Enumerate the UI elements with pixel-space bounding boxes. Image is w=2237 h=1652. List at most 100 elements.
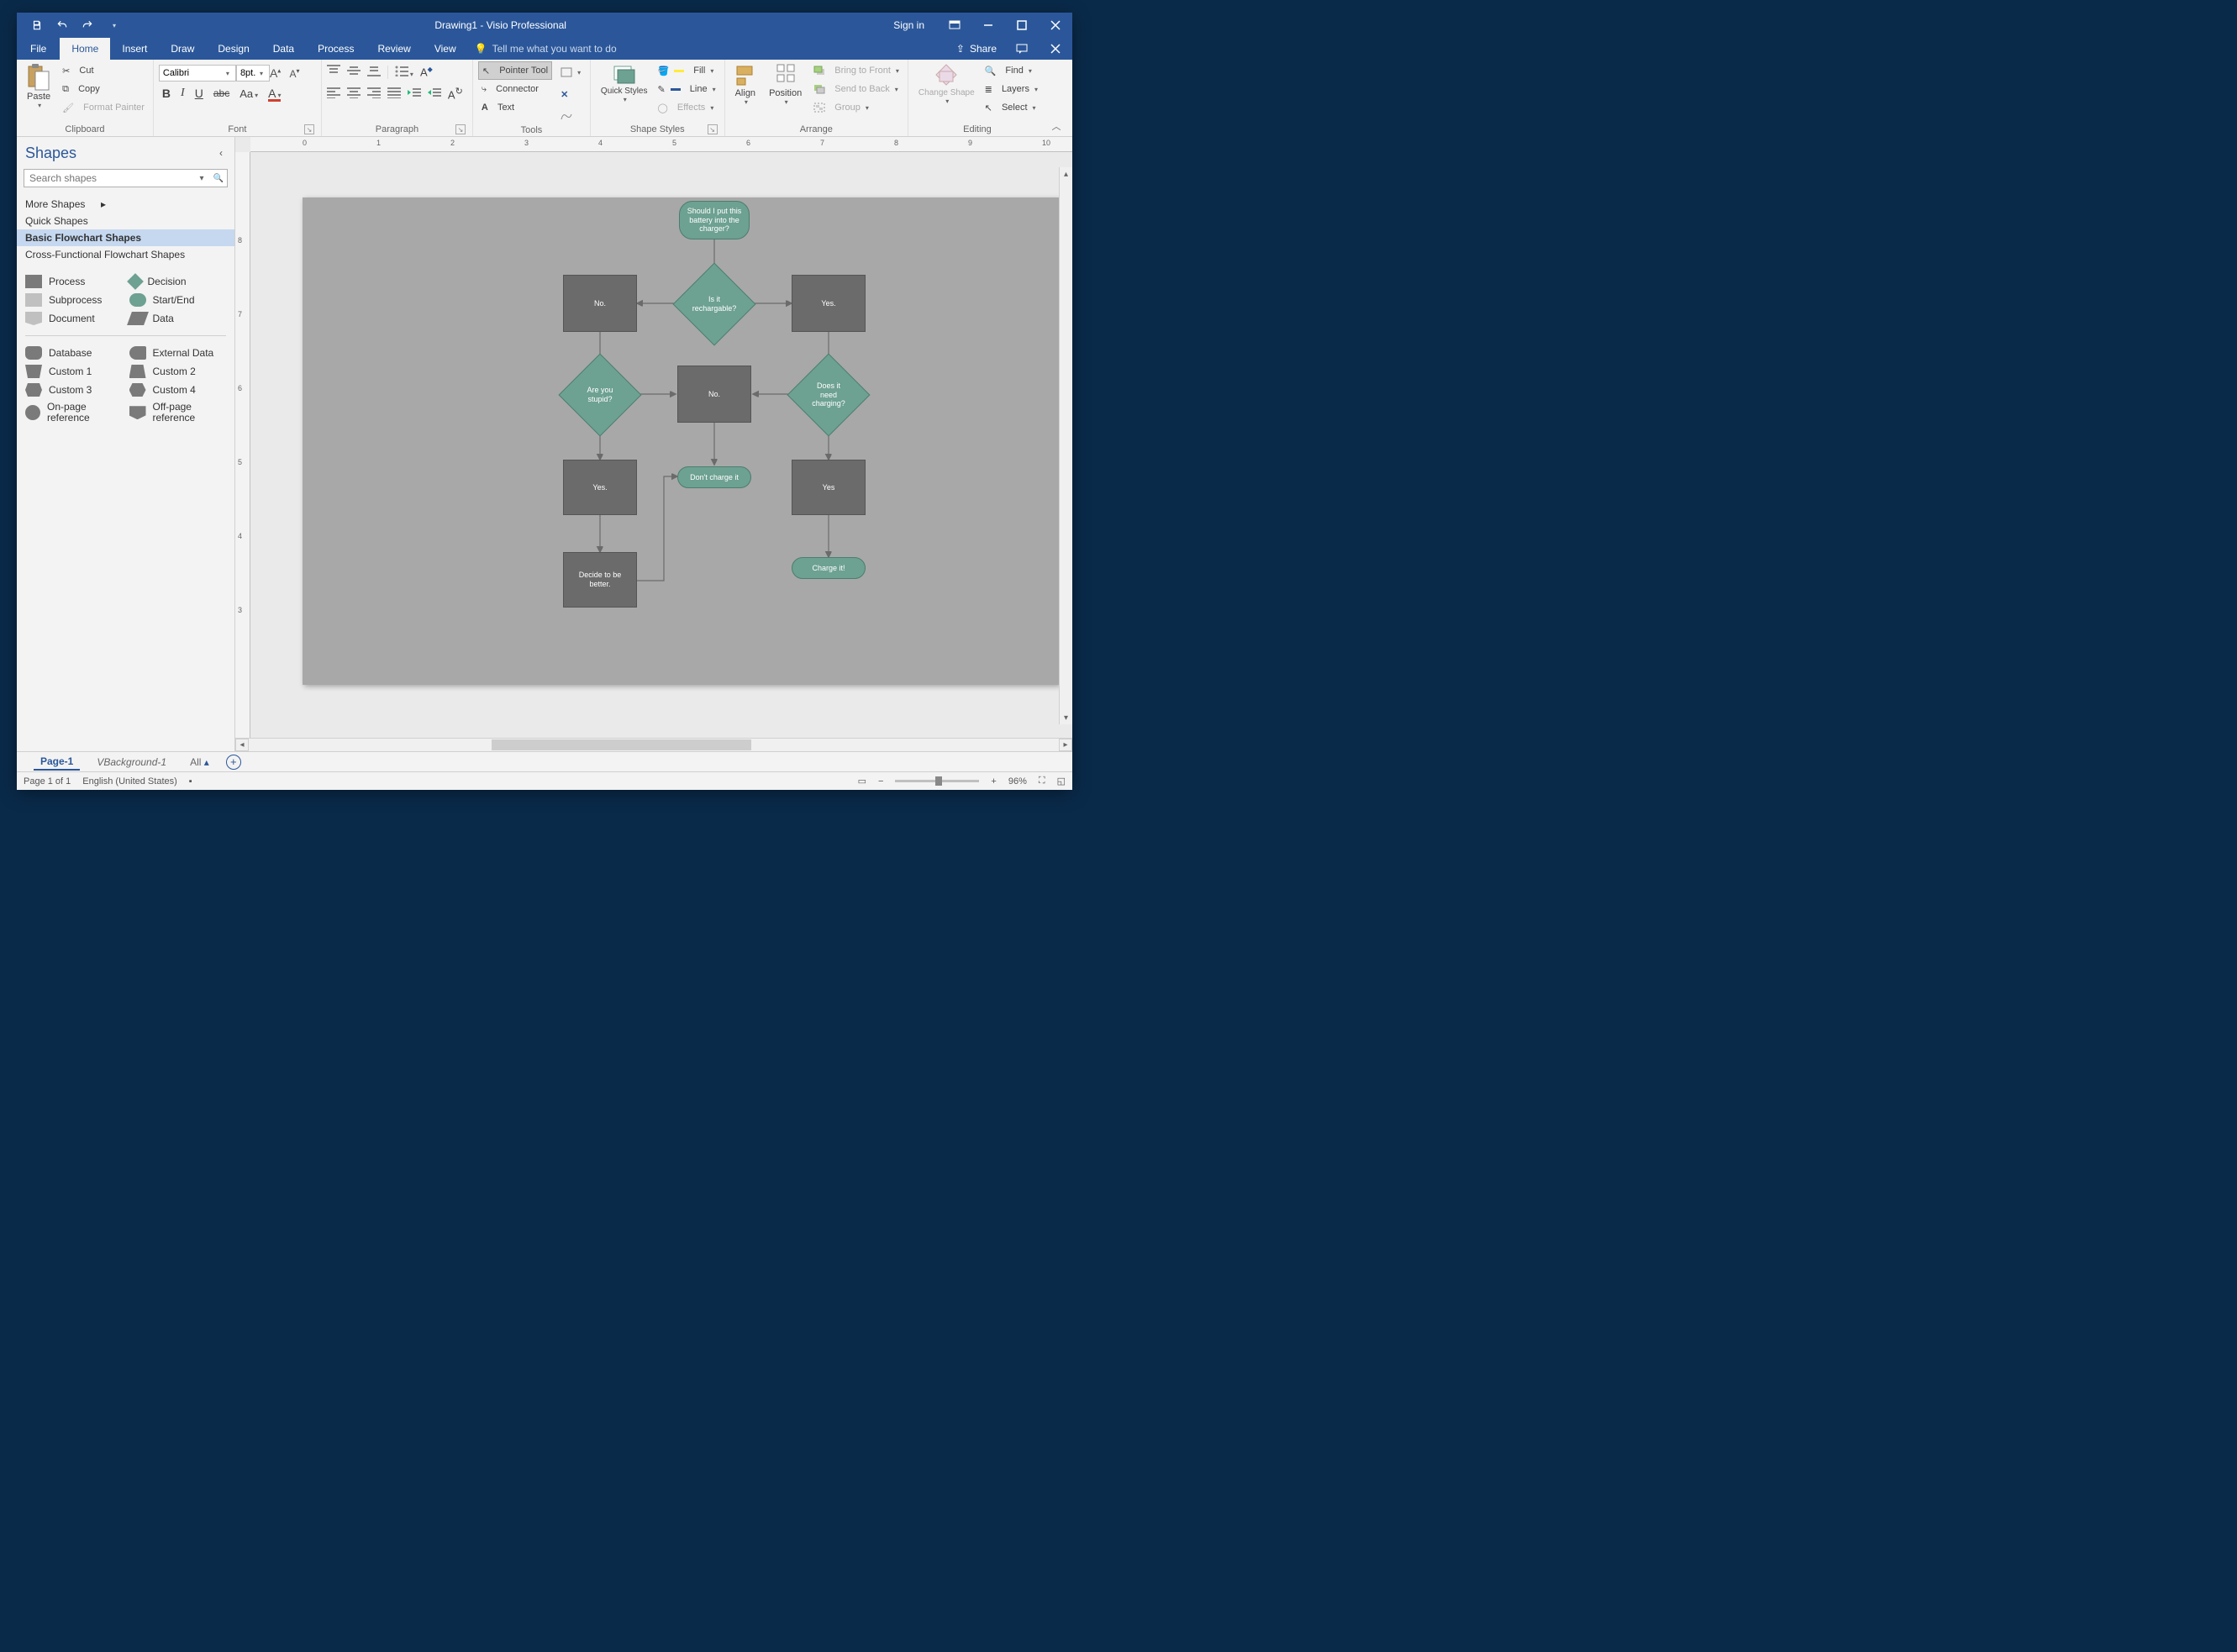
flow-yes-3[interactable]: Yes	[792, 460, 866, 515]
align-button[interactable]: Align▾	[730, 61, 761, 108]
text-tool-button[interactable]: A Text	[478, 98, 552, 117]
shape-custom-2[interactable]: Custom 2	[129, 365, 227, 378]
zoom-in-button[interactable]: +	[991, 776, 996, 787]
shape-custom-1[interactable]: Custom 1	[25, 365, 123, 378]
align-center-icon[interactable]	[347, 87, 361, 101]
tab-file[interactable]: File	[17, 38, 60, 60]
fit-page-icon[interactable]: ⛶	[1039, 776, 1045, 787]
horizontal-scrollbar[interactable]: ◂ ▸	[235, 738, 1072, 751]
close-pane-icon[interactable]	[1039, 38, 1072, 60]
shape-decision[interactable]: Decision	[129, 275, 227, 288]
find-button[interactable]: 🔍 Find▾	[982, 61, 1041, 80]
flow-no-1[interactable]: No.	[563, 275, 637, 332]
page-tab-vbackground[interactable]: VBackground-1	[90, 755, 173, 770]
underline-button[interactable]: U	[195, 87, 203, 100]
freeform-tool-button[interactable]	[557, 107, 584, 125]
layers-button[interactable]: ≣ Layers▾	[982, 80, 1041, 98]
tell-me-search[interactable]: 💡 Tell me what you want to do	[468, 38, 617, 60]
tab-insert[interactable]: Insert	[110, 38, 159, 60]
bring-to-front-button[interactable]: Bring to Front▾	[810, 61, 903, 80]
position-button[interactable]: Position▾	[764, 61, 807, 108]
flow-dont-charge[interactable]: Don't charge it	[677, 466, 751, 488]
save-icon[interactable]	[30, 18, 44, 32]
bold-button[interactable]: B	[162, 87, 171, 100]
pan-zoom-icon[interactable]: ◱	[1057, 776, 1066, 787]
font-color-button[interactable]: A▾	[268, 87, 281, 100]
align-left-icon[interactable]	[327, 87, 340, 101]
flow-decision-stupid[interactable]: Are you stupid?	[571, 366, 629, 424]
paste-button[interactable]: Paste ▾	[22, 61, 55, 111]
connector-tool-button[interactable]: ⤷ Connector	[478, 80, 552, 98]
collapse-pane-icon[interactable]: ‹	[216, 144, 226, 162]
shape-data[interactable]: Data	[129, 312, 227, 325]
font-size-input[interactable]	[236, 65, 270, 82]
language-status[interactable]: English (United States)	[82, 776, 177, 787]
drawing-page[interactable]: Should I put this battery into the charg…	[303, 197, 1059, 685]
flow-decide-better[interactable]: Decide to be better.	[563, 552, 637, 608]
shape-start-end[interactable]: Start/End	[129, 293, 227, 307]
strikethrough-button[interactable]: abc	[213, 87, 229, 99]
redo-icon[interactable]	[81, 18, 94, 32]
page-tab-all[interactable]: All ▴	[183, 755, 216, 770]
line-button[interactable]: ✎ Line▾	[655, 80, 719, 98]
tab-home[interactable]: Home	[60, 38, 110, 60]
justify-icon[interactable]	[387, 87, 401, 101]
flow-yes-2[interactable]: Yes.	[563, 460, 637, 515]
add-page-button[interactable]: +	[226, 755, 241, 770]
fill-button[interactable]: 🪣 Fill▾	[655, 61, 719, 80]
scroll-left-icon[interactable]: ◂	[235, 739, 249, 751]
vertical-scrollbar[interactable]: ▴ ▾	[1059, 167, 1072, 724]
scroll-thumb[interactable]	[492, 739, 750, 750]
close-icon[interactable]	[1039, 13, 1072, 38]
font-name-input[interactable]	[159, 65, 236, 82]
shape-subprocess[interactable]: Subprocess	[25, 293, 123, 307]
page-count[interactable]: Page 1 of 1	[24, 776, 71, 787]
more-shapes-item[interactable]: More Shapes ▸	[17, 196, 234, 213]
format-painter-button[interactable]: 🖌 Format Painter	[59, 98, 148, 117]
increase-font-icon[interactable]: A▴	[270, 66, 281, 80]
italic-button[interactable]: I	[181, 87, 185, 100]
tab-data[interactable]: Data	[261, 38, 306, 60]
send-to-back-button[interactable]: Send to Back▾	[810, 80, 903, 98]
flow-decision-need-charging[interactable]: Does it need charging?	[799, 366, 858, 424]
increase-indent-icon[interactable]	[428, 87, 441, 101]
zoom-out-button[interactable]: −	[878, 776, 883, 787]
scroll-track[interactable]	[249, 739, 1059, 751]
flow-decision-rechargeable[interactable]: Is it rechargable?	[685, 275, 744, 334]
cut-button[interactable]: ✂ Cut	[59, 61, 148, 80]
tab-process[interactable]: Process	[306, 38, 366, 60]
search-input[interactable]	[24, 170, 193, 187]
align-middle-icon[interactable]	[347, 65, 361, 79]
collapse-ribbon-icon[interactable]: ︿	[1046, 60, 1066, 136]
tab-review[interactable]: Review	[366, 38, 422, 60]
decrease-indent-icon[interactable]	[408, 87, 421, 101]
shape-offpage-ref[interactable]: Off-page reference	[129, 402, 227, 424]
shape-process[interactable]: Process	[25, 275, 123, 288]
change-shape-button[interactable]: Change Shape▾	[913, 61, 980, 107]
align-bottom-icon[interactable]	[367, 65, 381, 79]
canvas-viewport[interactable]: Should I put this battery into the charg…	[250, 152, 1072, 738]
change-case-button[interactable]: Aa▾	[239, 87, 258, 100]
stencil-cross-functional[interactable]: Cross-Functional Flowchart Shapes	[17, 246, 234, 263]
tab-view[interactable]: View	[423, 38, 468, 60]
search-icon[interactable]: 🔍	[210, 170, 227, 187]
select-button[interactable]: ↖ Select▾	[982, 98, 1041, 117]
comments-icon[interactable]	[1005, 38, 1039, 60]
stencil-quick-shapes[interactable]: Quick Shapes	[17, 213, 234, 229]
shape-database[interactable]: Database	[25, 346, 123, 360]
group-button[interactable]: Group▾	[810, 98, 903, 117]
delete-tool-button[interactable]: ✕	[557, 85, 584, 103]
flow-charge-it[interactable]: Charge it!	[792, 557, 866, 579]
shape-custom-3[interactable]: Custom 3	[25, 383, 123, 397]
shapes-search[interactable]: ▾ 🔍	[24, 169, 228, 187]
copy-button[interactable]: ⧉ Copy	[59, 80, 148, 98]
presentation-mode-icon[interactable]: ▭	[858, 776, 866, 787]
signin-link[interactable]: Sign in	[880, 19, 938, 31]
effects-button[interactable]: ◯ Effects▾	[655, 98, 719, 117]
chevron-down-icon[interactable]: ▾	[226, 70, 229, 77]
undo-icon[interactable]	[55, 18, 69, 32]
align-right-icon[interactable]	[367, 87, 381, 101]
scroll-down-icon[interactable]: ▾	[1060, 711, 1072, 724]
ribbon-display-icon[interactable]	[938, 13, 971, 38]
shape-external-data[interactable]: External Data	[129, 346, 227, 360]
